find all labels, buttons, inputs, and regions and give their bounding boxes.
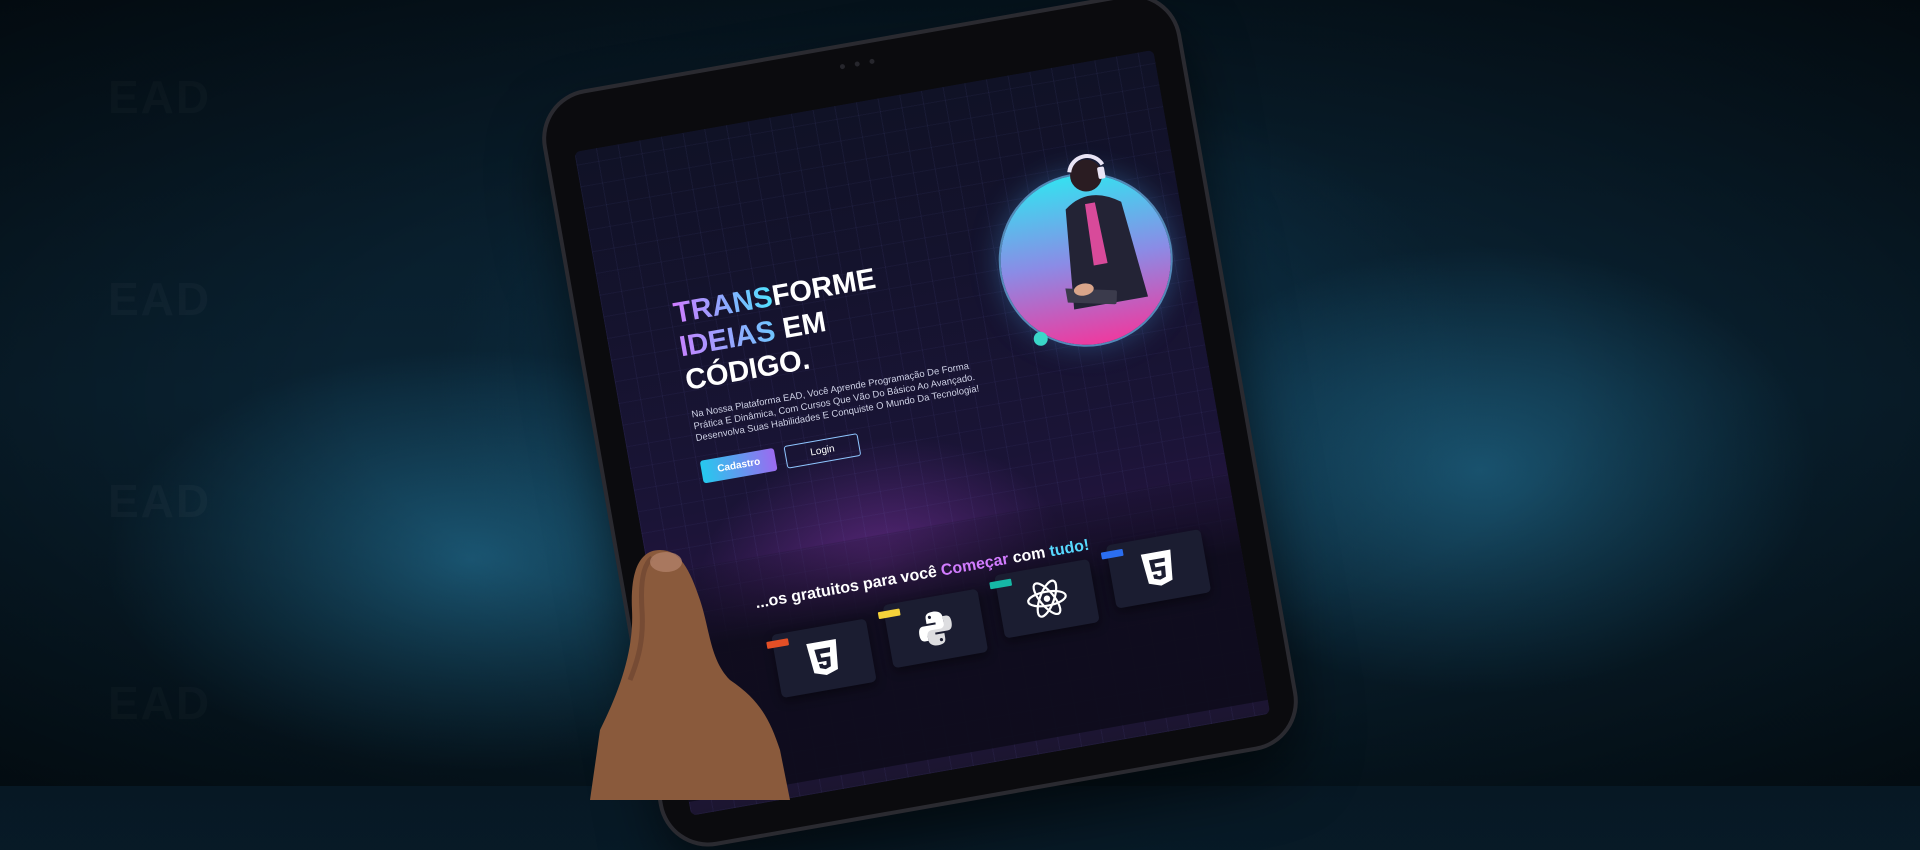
watermark: EAD	[108, 272, 211, 326]
watermark: EAD	[108, 70, 211, 124]
watermark: EAD	[108, 474, 211, 528]
watermark: EAD	[108, 676, 211, 730]
camera-bar	[839, 58, 875, 70]
python-icon	[919, 611, 952, 646]
hand-holding-tablet	[590, 550, 790, 800]
css3-icon	[1140, 549, 1173, 586]
react-icon	[1027, 579, 1067, 618]
